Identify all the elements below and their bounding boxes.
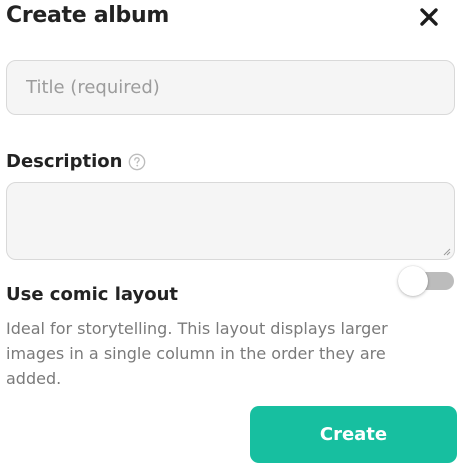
title-field[interactable] (6, 60, 455, 115)
comic-layout-toggle[interactable] (398, 266, 456, 296)
description-label-row: Description (6, 148, 146, 174)
question-circle-icon[interactable] (128, 152, 146, 171)
comic-layout-helper-text: Ideal for storytelling. This layout disp… (6, 319, 388, 388)
close-icon (419, 7, 439, 27)
description-field[interactable] (6, 182, 455, 260)
title-input[interactable] (7, 61, 454, 114)
dialog-title: Create album (6, 3, 169, 28)
resize-grip-icon[interactable] (443, 248, 451, 256)
description-label: Description (6, 150, 123, 172)
description-textarea[interactable] (7, 183, 454, 259)
comic-layout-label: Use comic layout (6, 284, 178, 305)
create-button[interactable]: Create (250, 406, 457, 463)
toggle-knob (398, 266, 428, 296)
close-button[interactable] (414, 2, 444, 32)
